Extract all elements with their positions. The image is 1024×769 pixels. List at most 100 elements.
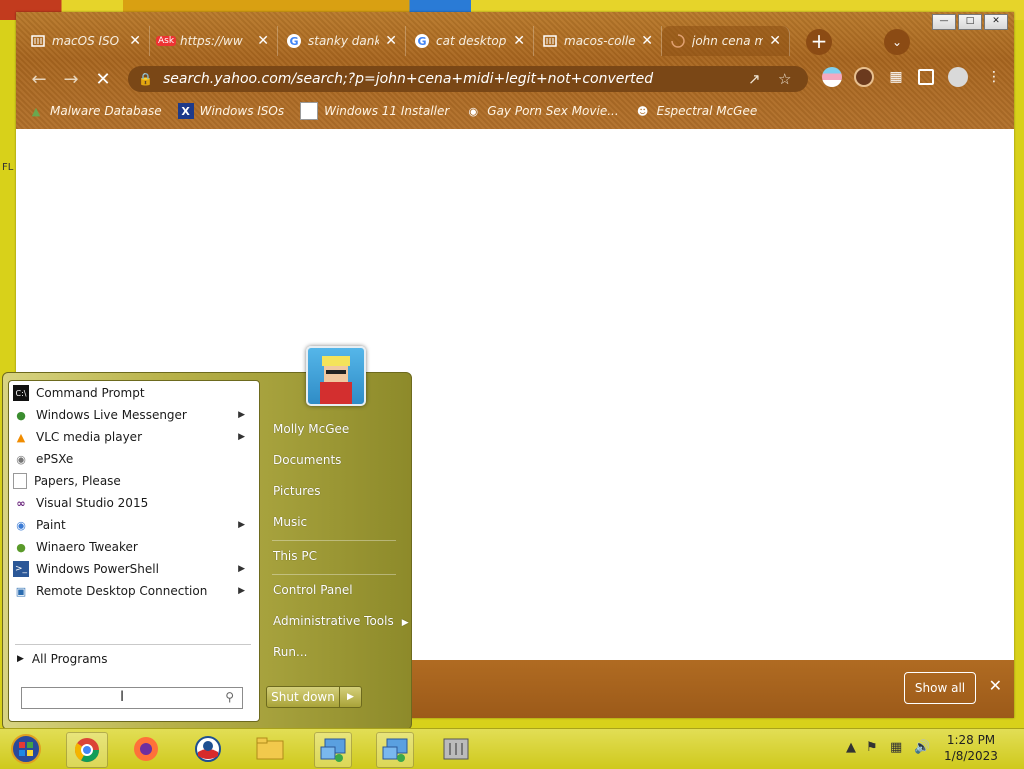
close-icon[interactable]: ✕ <box>989 676 1002 695</box>
archive-taskbar-icon[interactable] <box>438 732 474 766</box>
start-item-user[interactable]: Molly McGee <box>273 422 349 436</box>
side-panel-icon[interactable] <box>918 69 934 85</box>
close-icon[interactable]: ✕ <box>257 33 269 49</box>
back-icon[interactable]: ← <box>28 69 50 91</box>
ask-icon: Ask <box>155 36 177 46</box>
tweaker-icon: ● <box>16 540 26 554</box>
bookmark-windows-isos[interactable]: X Windows ISOs <box>177 103 285 119</box>
archive-icon <box>30 33 46 49</box>
new-tab-button[interactable]: + <box>806 29 832 55</box>
show-hidden-icons-icon[interactable]: ▲ <box>846 740 856 755</box>
start-item-administrative-tools[interactable]: Administrative Tools ▶ <box>273 614 409 628</box>
tab-john-cena[interactable]: john cena m ✕ <box>662 26 790 56</box>
system-clock[interactable]: 1:28 PM 1/8/2023 <box>930 732 1012 764</box>
leaf-icon: ▲ <box>31 104 41 118</box>
menu-kebab-icon[interactable]: ⋮ <box>984 67 1004 87</box>
clock-time: 1:28 PM <box>946 733 996 747</box>
extension-avatar-icon[interactable] <box>854 67 874 87</box>
bookmark-movie-site[interactable]: ◉ Gay Porn Sex Movie... <box>465 103 618 119</box>
vlc-cone-icon: ▲ <box>16 430 26 444</box>
remote-desktop-taskbar-icon-2[interactable] <box>376 732 414 768</box>
start-search-input[interactable]: I ⚲ <box>21 687 243 709</box>
tab-ask[interactable]: Ask https://ww ✕ <box>150 26 278 56</box>
close-window-button[interactable]: ✕ <box>984 14 1008 30</box>
tab-cat-desktop[interactable]: G cat desktop ✕ <box>406 26 534 56</box>
tab-stanky-dank[interactable]: G stanky dank ✕ <box>278 26 406 56</box>
tab-label: macos-colle <box>564 34 636 48</box>
start-button[interactable] <box>8 732 44 766</box>
terminal-icon: C:\ <box>13 385 29 401</box>
forward-icon[interactable]: → <box>60 69 82 91</box>
bookmark-label: Windows ISOs <box>199 104 285 118</box>
program-command-prompt[interactable]: C:\ Command Prompt <box>13 382 253 404</box>
program-label: VLC media player <box>36 430 143 444</box>
shutdown-button[interactable]: Shut down <box>267 687 340 707</box>
program-vlc[interactable]: ▲ VLC media player ▶ <box>13 426 253 448</box>
program-epsxe[interactable]: ◉ ePSXe <box>13 448 253 470</box>
divider <box>272 540 396 541</box>
search-icon[interactable]: ⚲ <box>225 690 234 704</box>
address-bar[interactable]: 🔒 search.yahoo.com/search;?p=john+cena+m… <box>128 66 808 92</box>
user-avatar[interactable] <box>306 346 366 406</box>
submenu-arrow-icon: ▶ <box>238 432 245 442</box>
program-papers-please[interactable]: Papers, Please <box>13 470 253 492</box>
close-icon[interactable]: ✕ <box>129 33 141 49</box>
bookmark-label: Windows 11 Installer <box>324 104 450 118</box>
firefox-taskbar-icon[interactable] <box>128 732 164 766</box>
close-icon[interactable]: ✕ <box>769 33 781 49</box>
bookmark-windows-11-installer[interactable]: Windows 11 Installer <box>300 102 449 120</box>
close-icon[interactable]: ✕ <box>385 33 397 49</box>
bookmark-label: Espectral McGee <box>656 104 758 118</box>
program-winaero-tweaker[interactable]: ● Winaero Tweaker <box>13 536 253 558</box>
program-windows-live-messenger[interactable]: ● Windows Live Messenger ▶ <box>13 404 253 426</box>
tab-macos-collection[interactable]: macos-colle ✕ <box>534 26 662 56</box>
tab-label: cat desktop <box>436 34 507 48</box>
program-label: ePSXe <box>36 452 74 466</box>
volume-icon[interactable]: 🔊 <box>914 740 930 755</box>
flag-icon[interactable]: ⚑ <box>866 740 878 755</box>
extension-flag-icon[interactable] <box>822 67 842 87</box>
lock-icon[interactable]: 🔒 <box>138 72 153 86</box>
clock-date: 1/8/2023 <box>944 749 998 763</box>
chrome-titlebar: — □ ✕ macOS ISO ✕ Ask https://ww ✕ G sta… <box>16 12 1014 129</box>
stop-loading-icon[interactable]: ✕ <box>92 69 114 91</box>
remote-desktop-taskbar-icon[interactable] <box>314 732 352 768</box>
chrome-taskbar-icon[interactable] <box>66 732 108 768</box>
start-item-run[interactable]: Run... <box>273 645 307 659</box>
program-paint[interactable]: ◉ Paint ▶ <box>13 514 253 536</box>
globe-icon: ◉ <box>468 104 479 118</box>
tab-search-button[interactable]: ⌄ <box>884 29 910 55</box>
close-icon[interactable]: ✕ <box>513 33 525 49</box>
bookmark-star-icon[interactable]: ☆ <box>778 70 791 88</box>
bookmark-malware-database[interactable]: ▲ Malware Database <box>28 103 162 119</box>
shutdown-options-icon[interactable]: ▶ <box>340 687 361 707</box>
start-item-documents[interactable]: Documents <box>273 453 341 467</box>
show-all-button[interactable]: Show all <box>904 672 976 704</box>
tab-strip: macOS ISO ✕ Ask https://ww ✕ G stanky da… <box>22 26 790 58</box>
program-remote-desktop[interactable]: ▣ Remote Desktop Connection ▶ <box>13 580 253 602</box>
submenu-arrow-icon: ▶ <box>238 564 245 574</box>
palette-icon: ◉ <box>16 518 26 532</box>
puzzle-extensions-icon[interactable]: ▦ <box>886 67 906 87</box>
file-explorer-taskbar-icon[interactable] <box>252 732 288 766</box>
start-item-control-panel[interactable]: Control Panel <box>273 583 353 597</box>
submenu-arrow-icon: ▶ <box>401 618 409 628</box>
maximize-button[interactable]: □ <box>958 14 982 30</box>
google-icon: G <box>414 33 430 49</box>
start-item-pictures[interactable]: Pictures <box>273 484 321 498</box>
start-item-this-pc[interactable]: This PC <box>273 549 317 563</box>
all-programs-button[interactable]: ▶ All Programs <box>17 652 108 666</box>
obama-logo-taskbar-icon[interactable] <box>190 732 226 766</box>
network-icon[interactable]: ▦ <box>890 740 902 755</box>
share-icon[interactable]: ↗ <box>748 70 761 88</box>
minimize-button[interactable]: — <box>932 14 956 30</box>
program-visual-studio[interactable]: ∞ Visual Studio 2015 <box>13 492 253 514</box>
tab-label: stanky dank <box>308 34 380 48</box>
bookmark-espectral-mcgee[interactable]: ☻ Espectral McGee <box>635 103 758 119</box>
profile-icon[interactable] <box>948 67 968 87</box>
program-powershell[interactable]: >_ Windows PowerShell ▶ <box>13 558 253 580</box>
tab-macos-iso[interactable]: macOS ISO ✕ <box>22 26 150 56</box>
avatar-icon: ☻ <box>636 104 649 118</box>
close-icon[interactable]: ✕ <box>641 33 653 49</box>
start-item-music[interactable]: Music <box>273 515 307 529</box>
